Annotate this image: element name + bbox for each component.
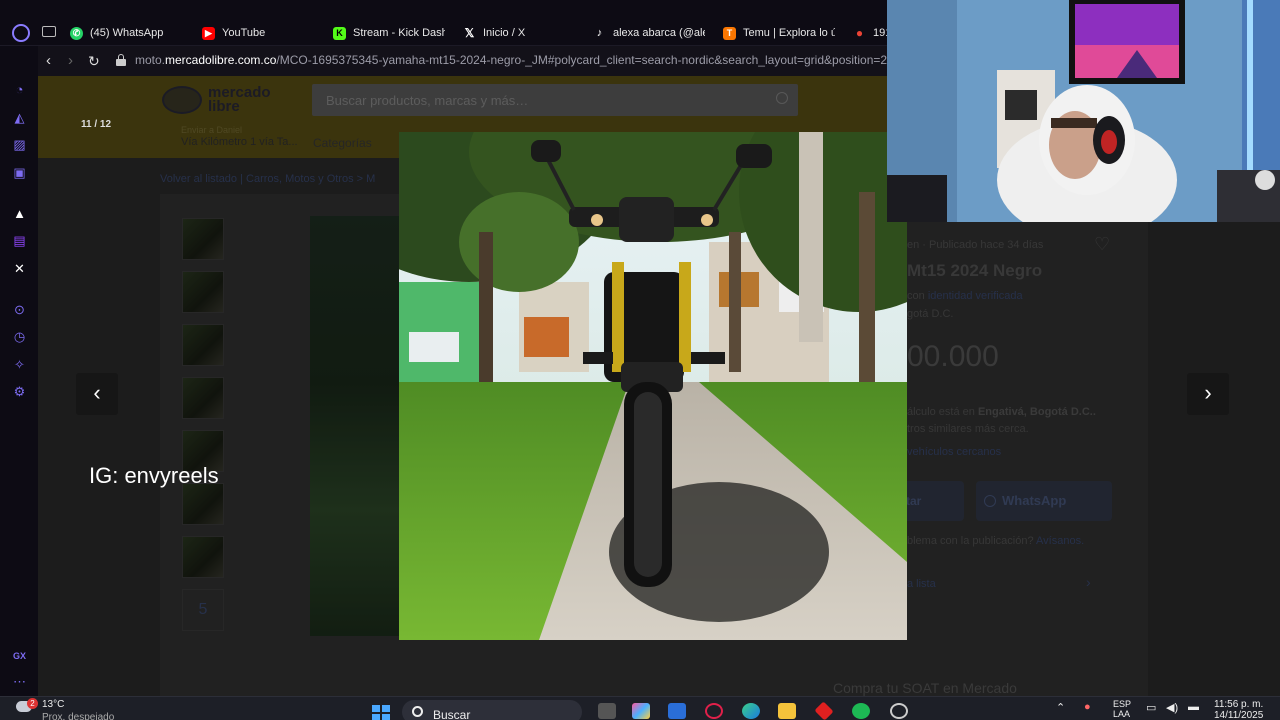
chevron-up-icon[interactable]: ⌃ (1056, 701, 1065, 714)
steam-icon[interactable] (890, 703, 908, 719)
maps-icon: ● (855, 26, 864, 40)
volume-icon[interactable]: ◀) (1166, 701, 1178, 714)
url-field[interactable]: moto.mercadolibre.com.co/MCO-1695375345-… (135, 53, 911, 67)
tab-x[interactable]: 𝕏 Inicio / X (463, 22, 573, 44)
opera-gx-icon[interactable] (705, 703, 723, 719)
gx-icon[interactable]: GX (12, 649, 27, 664)
tab-youtube[interactable]: ▶ YouTube (202, 22, 312, 44)
file-explorer-icon[interactable] (778, 703, 796, 719)
watermark-text: IG: envyreels (89, 463, 219, 488)
tab-label: Stream - Kick Dash (353, 27, 445, 39)
tab-tiktok[interactable]: ♪ alexa abarca (@ale (593, 22, 705, 44)
tab-label: Inicio / X (483, 27, 526, 39)
task-view-icon[interactable] (598, 703, 616, 719)
history-icon[interactable]: ◷ (12, 329, 27, 344)
messenger-icon[interactable]: ▣ (12, 165, 27, 180)
taskbar-search[interactable]: Buscar (402, 700, 582, 720)
clock[interactable]: 11:56 p. m. 14/11/2025 (1214, 699, 1263, 720)
language-indicator[interactable]: ESP LAA (1113, 699, 1131, 719)
red-app-icon[interactable] (814, 701, 834, 720)
spotify-icon[interactable] (852, 703, 870, 719)
player-icon[interactable]: ⊙ (12, 302, 27, 317)
tab-kick[interactable]: K Stream - Kick Dash (333, 22, 445, 44)
edge-icon[interactable] (742, 703, 760, 719)
aria-icon[interactable]: ◔ (12, 82, 27, 97)
tab-whatsapp[interactable]: ✆ (45) WhatsApp (70, 22, 190, 44)
webcam-overlay (887, 0, 1280, 222)
opera-logo-icon[interactable] (12, 24, 30, 42)
motorcycle-photo (399, 132, 907, 640)
windows-taskbar: 2 13°C Prox. despejado Buscar ⌃ ● ESP LAA… (0, 696, 1280, 720)
more-icon[interactable]: ⋯ (12, 674, 27, 689)
tab-label: (45) WhatsApp (90, 27, 164, 39)
temperature[interactable]: 13°C (42, 699, 64, 710)
tab-label: 191 (873, 27, 887, 39)
image-counter: 11 / 12 (81, 119, 112, 130)
notification-badge: 2 (27, 698, 38, 709)
copilot-icon[interactable] (632, 703, 650, 719)
weather-condition[interactable]: Prox. despejado (42, 712, 114, 720)
start-button[interactable] (372, 705, 390, 720)
network-icon[interactable]: ▭ (1146, 701, 1156, 714)
settings-icon[interactable]: ⚙ (12, 384, 27, 399)
battery-icon[interactable]: ▬ (1188, 701, 1199, 713)
whatsapp-icon: ✆ (70, 26, 83, 40)
browser-sidebar: ◔ ◭ ▨ ▣ ▲ ▤ ✕ ⊙ ◷ ✧ ⚙ GX ⋯ (0, 46, 38, 696)
tiktok-icon: ♪ (596, 27, 603, 39)
next-image-button[interactable]: › (1187, 373, 1229, 415)
tab-maps[interactable]: ● 191 (853, 22, 887, 44)
screen: ✆ (45) WhatsApp ▶ YouTube K Stream - Kic… (0, 0, 1280, 720)
tab-label: YouTube (222, 27, 266, 39)
microphone-icon[interactable]: ● (1084, 701, 1091, 713)
x-icon: 𝕏 (464, 26, 475, 40)
twitch-icon[interactable]: ▤ (12, 233, 27, 248)
tab-temu[interactable]: T Temu | Explora lo ú (723, 22, 835, 44)
store-icon[interactable] (668, 703, 686, 719)
extensions-icon[interactable]: ✧ (12, 357, 27, 372)
temu-icon: T (723, 26, 736, 40)
tab-overview-icon[interactable] (42, 26, 56, 37)
search-icon (412, 706, 423, 717)
youtube-icon: ▶ (202, 26, 215, 40)
kick-icon: K (333, 26, 346, 40)
previous-image-button[interactable]: ‹ (76, 373, 118, 415)
lock-icon (116, 54, 126, 66)
crypto-wallet-icon[interactable]: ◭ (12, 110, 27, 125)
workspaces-icon[interactable]: ▨ (12, 137, 27, 152)
back-button[interactable]: ‹ (46, 52, 51, 70)
reload-button[interactable]: ↻ (88, 52, 100, 70)
forward-button[interactable]: › (68, 52, 73, 70)
tab-label: Temu | Explora lo ú (743, 27, 835, 39)
apps-icon[interactable]: ▲ (12, 206, 27, 221)
x-sidebar-icon[interactable]: ✕ (12, 261, 27, 276)
tab-label: alexa abarca (@ale (613, 27, 705, 39)
